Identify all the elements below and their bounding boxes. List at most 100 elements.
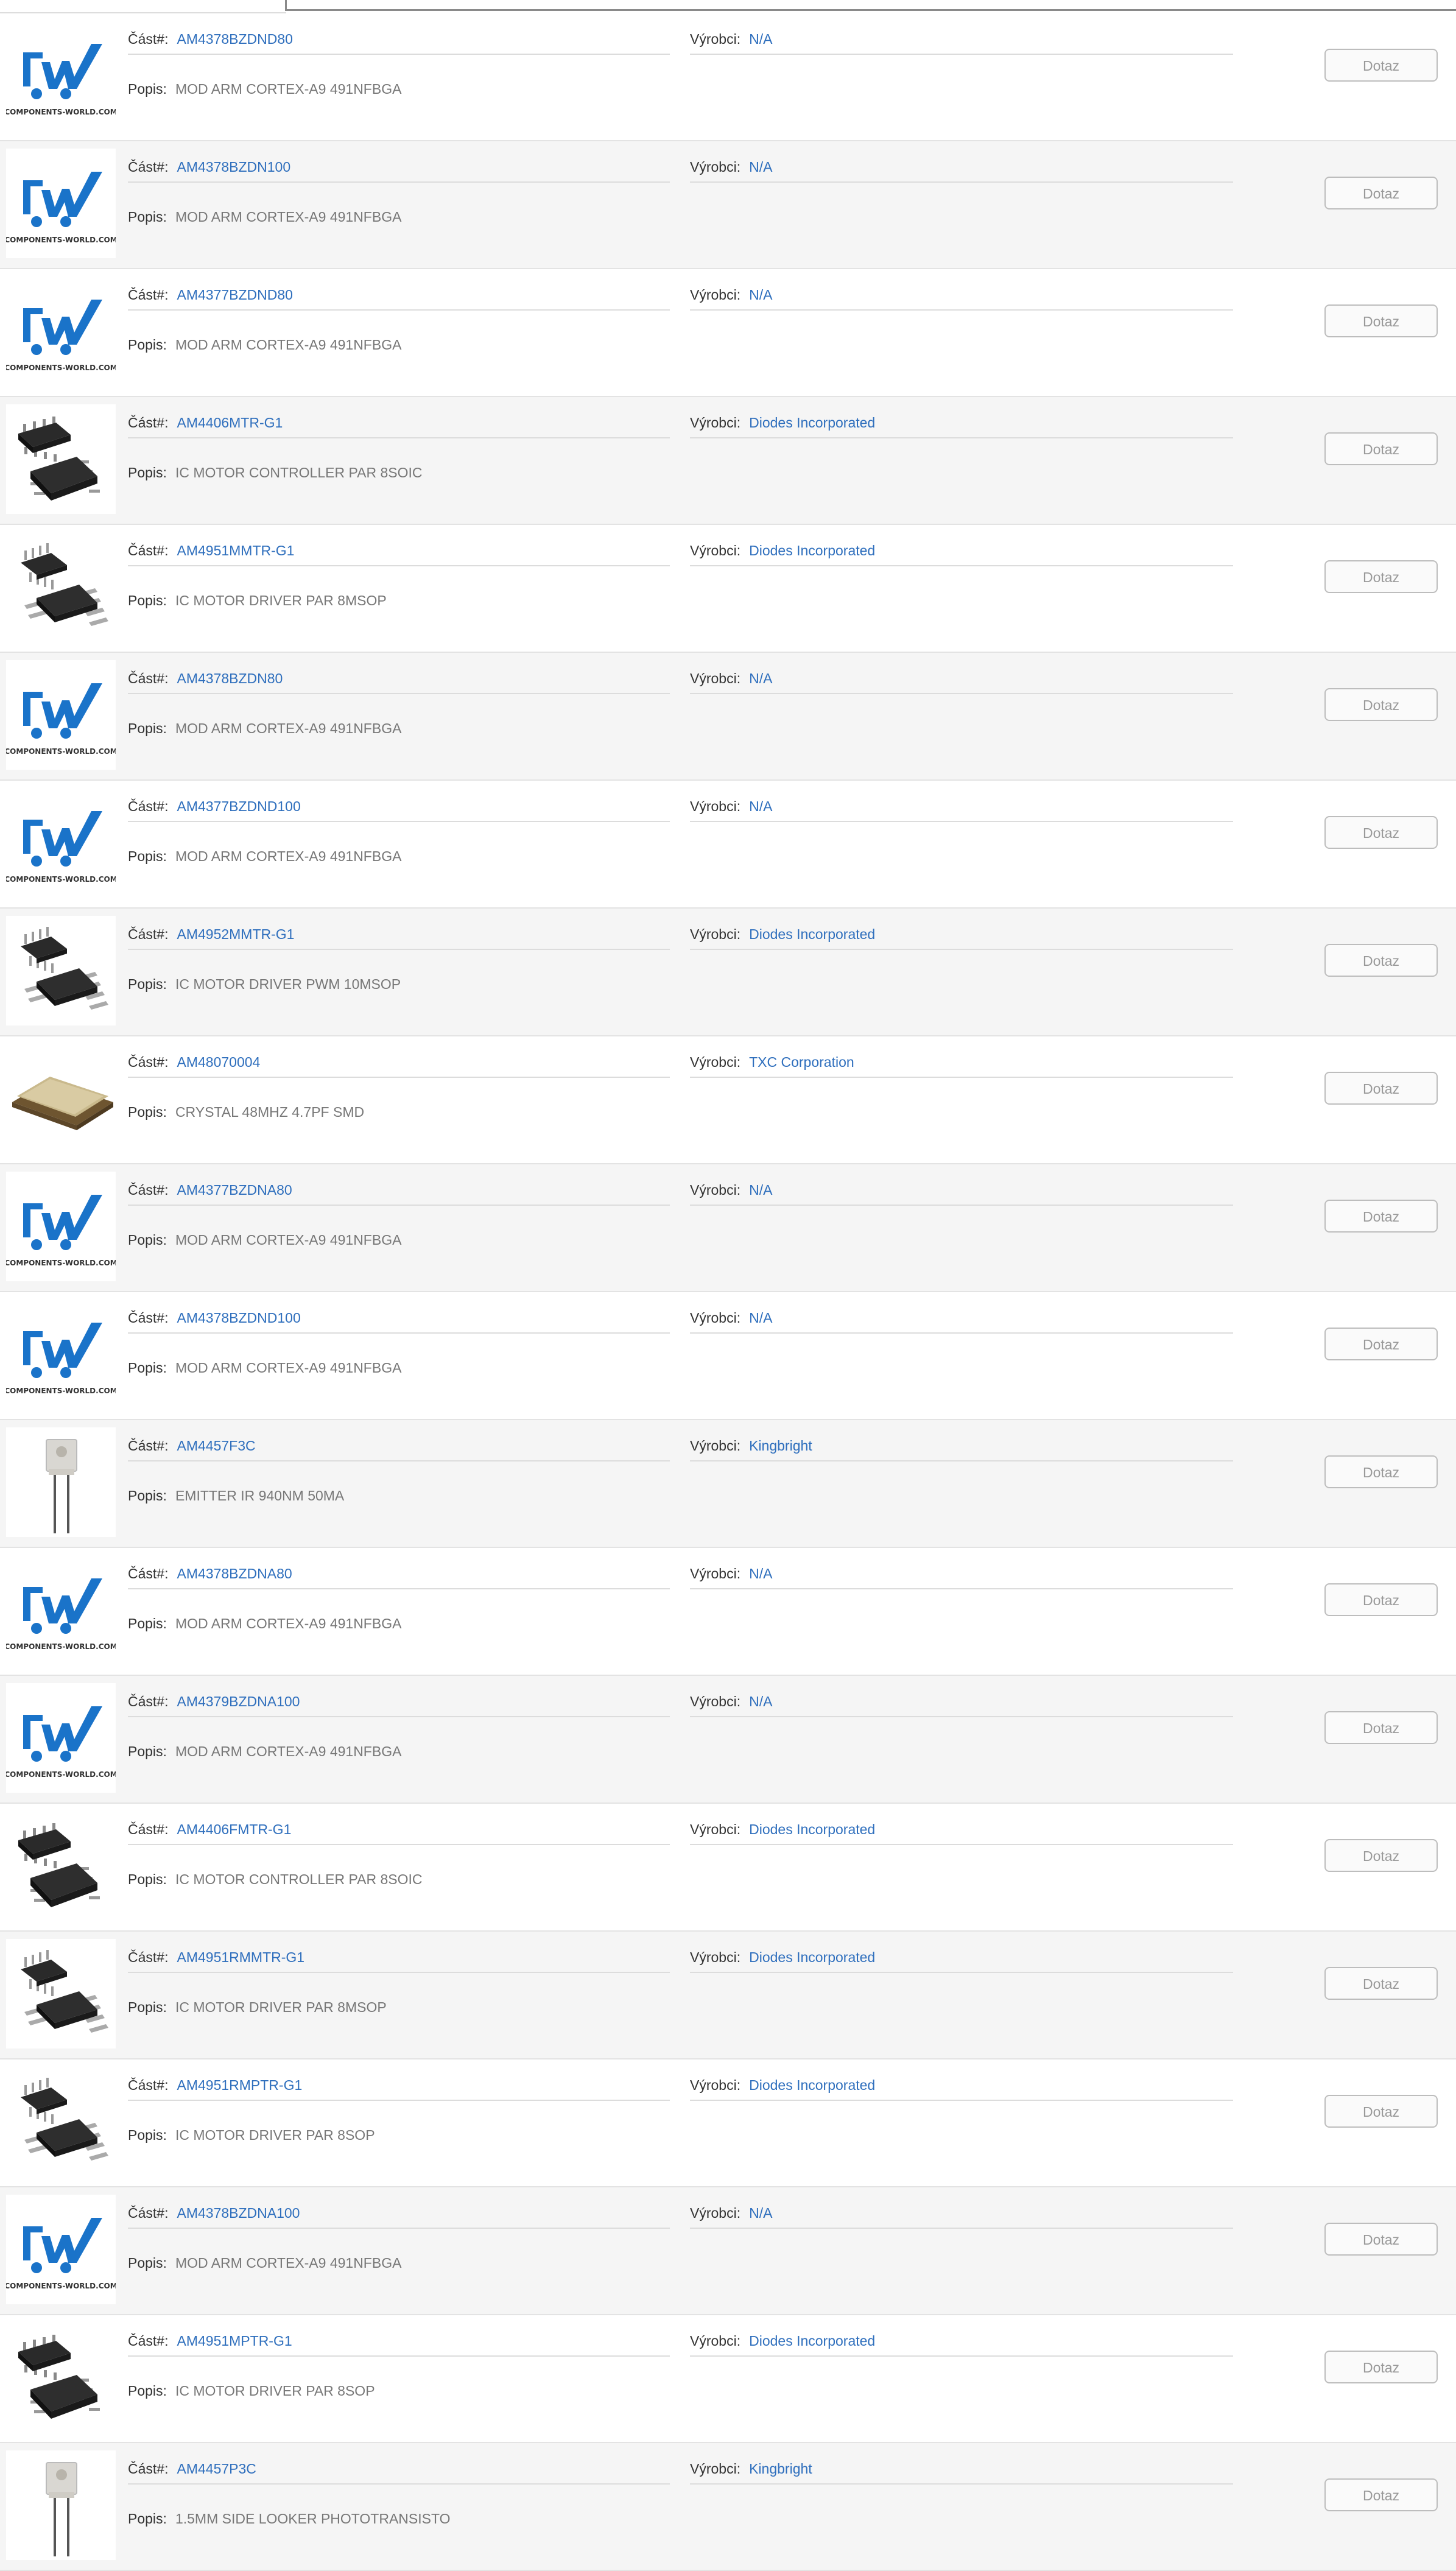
part-number-field: Část#: AM4378BZDNA80 xyxy=(128,1563,670,1589)
inquiry-button[interactable]: Dotaz xyxy=(1324,944,1438,977)
part-number-link[interactable]: AM4378BZDN80 xyxy=(177,670,283,686)
part-number-link[interactable]: AM4952MMTR-G1 xyxy=(177,926,294,942)
product-image[interactable]: COMPONENTS-WORLD.COM xyxy=(6,788,116,898)
part-number-link[interactable]: AM4378BZDND80 xyxy=(177,31,292,47)
part-number-link[interactable]: AM4457P3C xyxy=(177,2461,256,2477)
product-image[interactable]: COMPONENTS-WORLD.COM xyxy=(6,276,116,386)
part-number-link[interactable]: AM4378BZDNA100 xyxy=(177,2205,300,2221)
description-field: Popis: IC MOTOR DRIVER PWM 10MSOP xyxy=(128,973,670,997)
inquiry-button[interactable]: Dotaz xyxy=(1324,1583,1438,1616)
manufacturer-link[interactable]: Diodes Incorporated xyxy=(749,926,875,942)
manufacturer-link[interactable]: N/A xyxy=(749,798,772,814)
inquiry-button[interactable]: Dotaz xyxy=(1324,304,1438,337)
part-number-link[interactable]: AM4457F3C xyxy=(177,1438,255,1454)
manufacturer-link[interactable]: Diodes Incorporated xyxy=(749,543,875,558)
manufacturer-link[interactable]: Diodes Incorporated xyxy=(749,1821,875,1837)
inquiry-button[interactable]: Dotaz xyxy=(1324,1200,1438,1233)
manufacturer-link[interactable]: Diodes Incorporated xyxy=(749,415,875,431)
inquiry-button[interactable]: Dotaz xyxy=(1324,2478,1438,2511)
inquiry-button[interactable]: Dotaz xyxy=(1324,2095,1438,2128)
inquiry-button[interactable]: Dotaz xyxy=(1324,1455,1438,1488)
manufacturer-field: Výrobci: Kingbright xyxy=(690,1435,1233,1461)
product-row: COMPONENTS-WORLD.COM Část#: AM4378BZDNA10… xyxy=(0,2187,1456,2315)
manufacturer-link[interactable]: Kingbright xyxy=(749,1438,812,1454)
inquiry-button[interactable]: Dotaz xyxy=(1324,49,1438,82)
product-image[interactable]: COMPONENTS-WORLD.COM xyxy=(6,660,116,770)
part-number-link[interactable]: AM4378BZDNA80 xyxy=(177,1566,292,1581)
inquiry-button[interactable]: Dotaz xyxy=(1324,1328,1438,1360)
manufacturer-link[interactable]: N/A xyxy=(749,1566,772,1581)
manufacturer-link[interactable]: N/A xyxy=(749,670,772,686)
part-number-link[interactable]: AM4378BZDN100 xyxy=(177,159,290,175)
manufacturer-label: Výrobci: xyxy=(690,31,741,47)
part-number-link[interactable]: AM4406FMTR-G1 xyxy=(177,1821,291,1837)
inquiry-button[interactable]: Dotaz xyxy=(1324,2223,1438,2256)
product-image[interactable]: COMPONENTS-WORLD.COM xyxy=(6,149,116,258)
manufacturer-link[interactable]: TXC Corporation xyxy=(749,1054,854,1070)
description-text: MOD ARM CORTEX-A9 491NFBGA xyxy=(175,1360,402,1376)
inquiry-button[interactable]: Dotaz xyxy=(1324,1711,1438,1744)
manufacturer-label: Výrobci: xyxy=(690,1821,741,1837)
svg-text:COMPONENTS-WORLD.COM: COMPONENTS-WORLD.COM xyxy=(6,236,116,244)
product-image[interactable] xyxy=(6,916,116,1025)
part-number-link[interactable]: AM4951MPTR-G1 xyxy=(177,2333,292,2349)
product-image[interactable] xyxy=(6,1939,116,2049)
part-number-link[interactable]: AM4377BZDND80 xyxy=(177,287,292,303)
description-field: Popis: EMITTER IR 940NM 50MA xyxy=(128,1485,670,1509)
manufacturer-link[interactable]: N/A xyxy=(749,31,772,47)
part-number-link[interactable]: AM4951RMMTR-G1 xyxy=(177,1949,304,1965)
product-image[interactable] xyxy=(6,532,116,642)
inquiry-button[interactable]: Dotaz xyxy=(1324,2351,1438,2383)
inquiry-button[interactable]: Dotaz xyxy=(1324,1072,1438,1105)
product-image[interactable] xyxy=(6,2450,116,2560)
inquiry-button[interactable]: Dotaz xyxy=(1324,1967,1438,2000)
part-number-link[interactable]: AM48070004 xyxy=(177,1054,260,1070)
inquiry-button[interactable]: Dotaz xyxy=(1324,560,1438,593)
product-row: Část#: AM4457P3C Výrobci: Kingbright Popis… xyxy=(0,2443,1456,2571)
product-image[interactable]: COMPONENTS-WORLD.COM xyxy=(6,1683,116,1793)
product-image[interactable]: COMPONENTS-WORLD.COM xyxy=(6,1555,116,1665)
product-image[interactable] xyxy=(6,1427,116,1537)
manufacturer-link[interactable]: Diodes Incorporated xyxy=(749,1949,875,1965)
part-number-link[interactable]: AM4951RMPTR-G1 xyxy=(177,2077,302,2093)
manufacturer-link[interactable]: N/A xyxy=(749,1693,772,1709)
part-number-link[interactable]: AM4378BZDND100 xyxy=(177,1310,300,1326)
manufacturer-field: Výrobci: Diodes Incorporated xyxy=(690,1946,1233,1973)
product-row: COMPONENTS-WORLD.COM Část#: AM4378BZDNA80… xyxy=(0,1548,1456,1676)
product-image[interactable]: COMPONENTS-WORLD.COM xyxy=(6,21,116,130)
part-number-field: Část#: AM4377BZDND80 xyxy=(128,284,670,311)
inquiry-button[interactable]: Dotaz xyxy=(1324,432,1438,465)
manufacturer-link[interactable]: Kingbright xyxy=(749,2461,812,2477)
part-number-link[interactable]: AM4377BZDNA80 xyxy=(177,1182,292,1198)
manufacturer-link[interactable]: Diodes Incorporated xyxy=(749,2333,875,2349)
inquiry-button[interactable]: Dotaz xyxy=(1324,688,1438,721)
product-image[interactable] xyxy=(6,404,116,514)
product-image[interactable] xyxy=(6,2067,116,2176)
product-image[interactable]: COMPONENTS-WORLD.COM xyxy=(6,1172,116,1281)
manufacturer-link[interactable]: N/A xyxy=(749,2205,772,2221)
description-field: Popis: MOD ARM CORTEX-A9 491NFBGA xyxy=(128,1357,670,1381)
inquiry-button[interactable]: Dotaz xyxy=(1324,1839,1438,1872)
product-image[interactable] xyxy=(6,1044,116,1153)
manufacturer-link[interactable]: N/A xyxy=(749,1182,772,1198)
product-image[interactable] xyxy=(6,2323,116,2432)
product-image[interactable]: COMPONENTS-WORLD.COM xyxy=(6,2195,116,2304)
part-label: Část#: xyxy=(128,798,169,814)
product-image[interactable]: COMPONENTS-WORLD.COM xyxy=(6,1300,116,1409)
part-label: Část#: xyxy=(128,1566,169,1581)
part-number-link[interactable]: AM4406MTR-G1 xyxy=(177,415,283,431)
manufacturer-link[interactable]: Diodes Incorporated xyxy=(749,2077,875,2093)
inquiry-button[interactable]: Dotaz xyxy=(1324,816,1438,849)
product-row: COMPONENTS-WORLD.COM Část#: AM4377BZDNA80… xyxy=(0,1164,1456,1292)
manufacturer-label: Výrobci: xyxy=(690,159,741,175)
svg-text:COMPONENTS-WORLD.COM: COMPONENTS-WORLD.COM xyxy=(6,1642,116,1651)
part-number-link[interactable]: AM4377BZDND100 xyxy=(177,798,300,814)
manufacturer-field: Výrobci: N/A xyxy=(690,1563,1233,1589)
product-image[interactable] xyxy=(6,1811,116,1921)
manufacturer-link[interactable]: N/A xyxy=(749,159,772,175)
manufacturer-link[interactable]: N/A xyxy=(749,1310,772,1326)
inquiry-button[interactable]: Dotaz xyxy=(1324,177,1438,209)
manufacturer-link[interactable]: N/A xyxy=(749,287,772,303)
part-number-link[interactable]: AM4379BZDNA100 xyxy=(177,1693,300,1709)
part-number-link[interactable]: AM4951MMTR-G1 xyxy=(177,543,294,558)
